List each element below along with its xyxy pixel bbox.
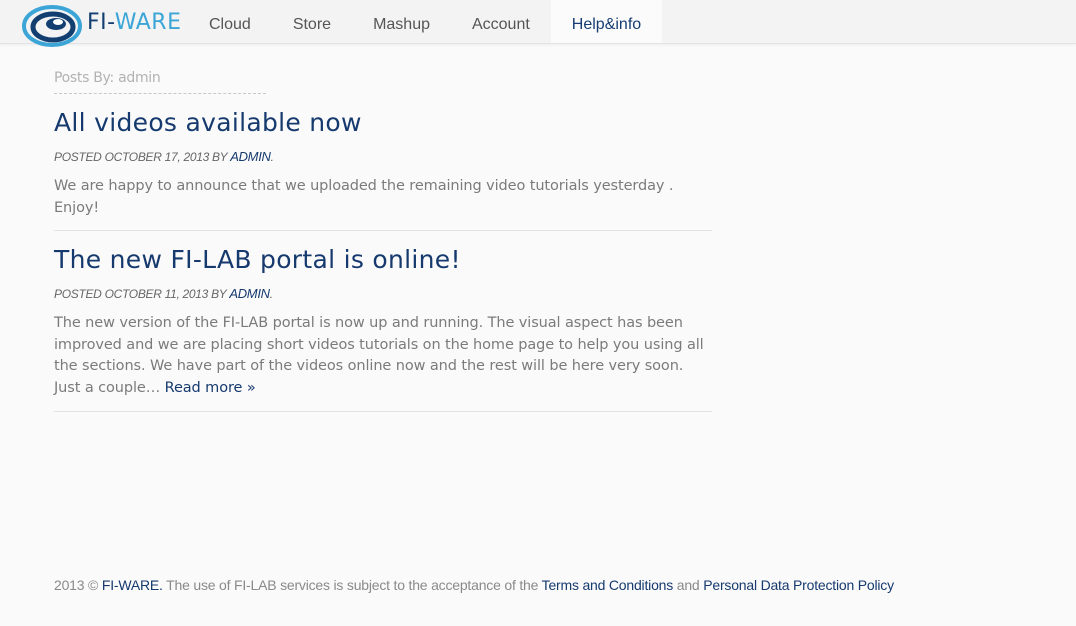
nav-cloud[interactable]: Cloud xyxy=(188,0,272,43)
footer-copyright: 2013 © xyxy=(54,577,99,593)
nav-mashup[interactable]: Mashup xyxy=(352,0,451,43)
post-meta-suffix: . xyxy=(269,287,273,301)
post-author-link[interactable]: admin xyxy=(230,149,271,164)
read-more-link[interactable]: Read more » xyxy=(165,380,256,396)
logo-text-fi: FI- xyxy=(87,10,115,35)
fiware-logo-icon xyxy=(22,5,82,47)
footer-brand-link[interactable]: FI-WARE. xyxy=(102,577,163,593)
footer-text: The use of FI-LAB services is subject to… xyxy=(166,577,539,593)
nav-help-info[interactable]: Help&info xyxy=(550,0,663,43)
post-meta: Posted October 17, 2013 by admin. xyxy=(54,149,712,164)
post-excerpt-text: We are happy to announce that we uploade… xyxy=(54,178,674,216)
main-nav: Cloud Store Mashup Account Help&info xyxy=(188,0,663,43)
post-meta-suffix: . xyxy=(270,150,274,164)
post-date: Posted October 17, 2013 by xyxy=(54,150,228,164)
post: All videos available now Posted October … xyxy=(54,94,712,231)
terms-link[interactable]: Terms and Conditions xyxy=(542,577,674,593)
post-excerpt: We are happy to announce that we uploade… xyxy=(54,176,712,219)
post-excerpt: The new version of the FI-LAB portal is … xyxy=(54,313,712,399)
post-meta: Posted October 11, 2013 by admin. xyxy=(54,286,712,301)
logo-wordmark: FI-WARE xyxy=(87,10,182,35)
post-title[interactable]: All videos available now xyxy=(54,108,712,137)
nav-account[interactable]: Account xyxy=(451,0,551,43)
post-excerpt-text: The new version of the FI-LAB portal is … xyxy=(54,315,704,396)
post: The new FI-LAB portal is online! Posted … xyxy=(54,231,712,412)
post-author-link[interactable]: admin xyxy=(229,286,270,301)
logo-text-ware: WARE xyxy=(114,10,182,35)
top-navbar: FI-WARE Cloud Store Mashup Account Help&… xyxy=(0,0,1076,47)
post-title[interactable]: The new FI-LAB portal is online! xyxy=(54,245,712,274)
posts-by-heading: Posts By: admin xyxy=(54,70,266,94)
footer: 2013 © FI-WARE. The use of FI-LAB servic… xyxy=(54,577,894,593)
fiware-logo[interactable]: FI-WARE xyxy=(22,4,192,48)
footer-and: and xyxy=(676,577,700,593)
privacy-policy-link[interactable]: Personal Data Protection Policy xyxy=(703,577,894,593)
post-date: Posted October 11, 2013 by xyxy=(54,287,227,301)
main-content: Posts By: admin All videos available now… xyxy=(54,70,712,412)
nav-store[interactable]: Store xyxy=(272,0,352,43)
